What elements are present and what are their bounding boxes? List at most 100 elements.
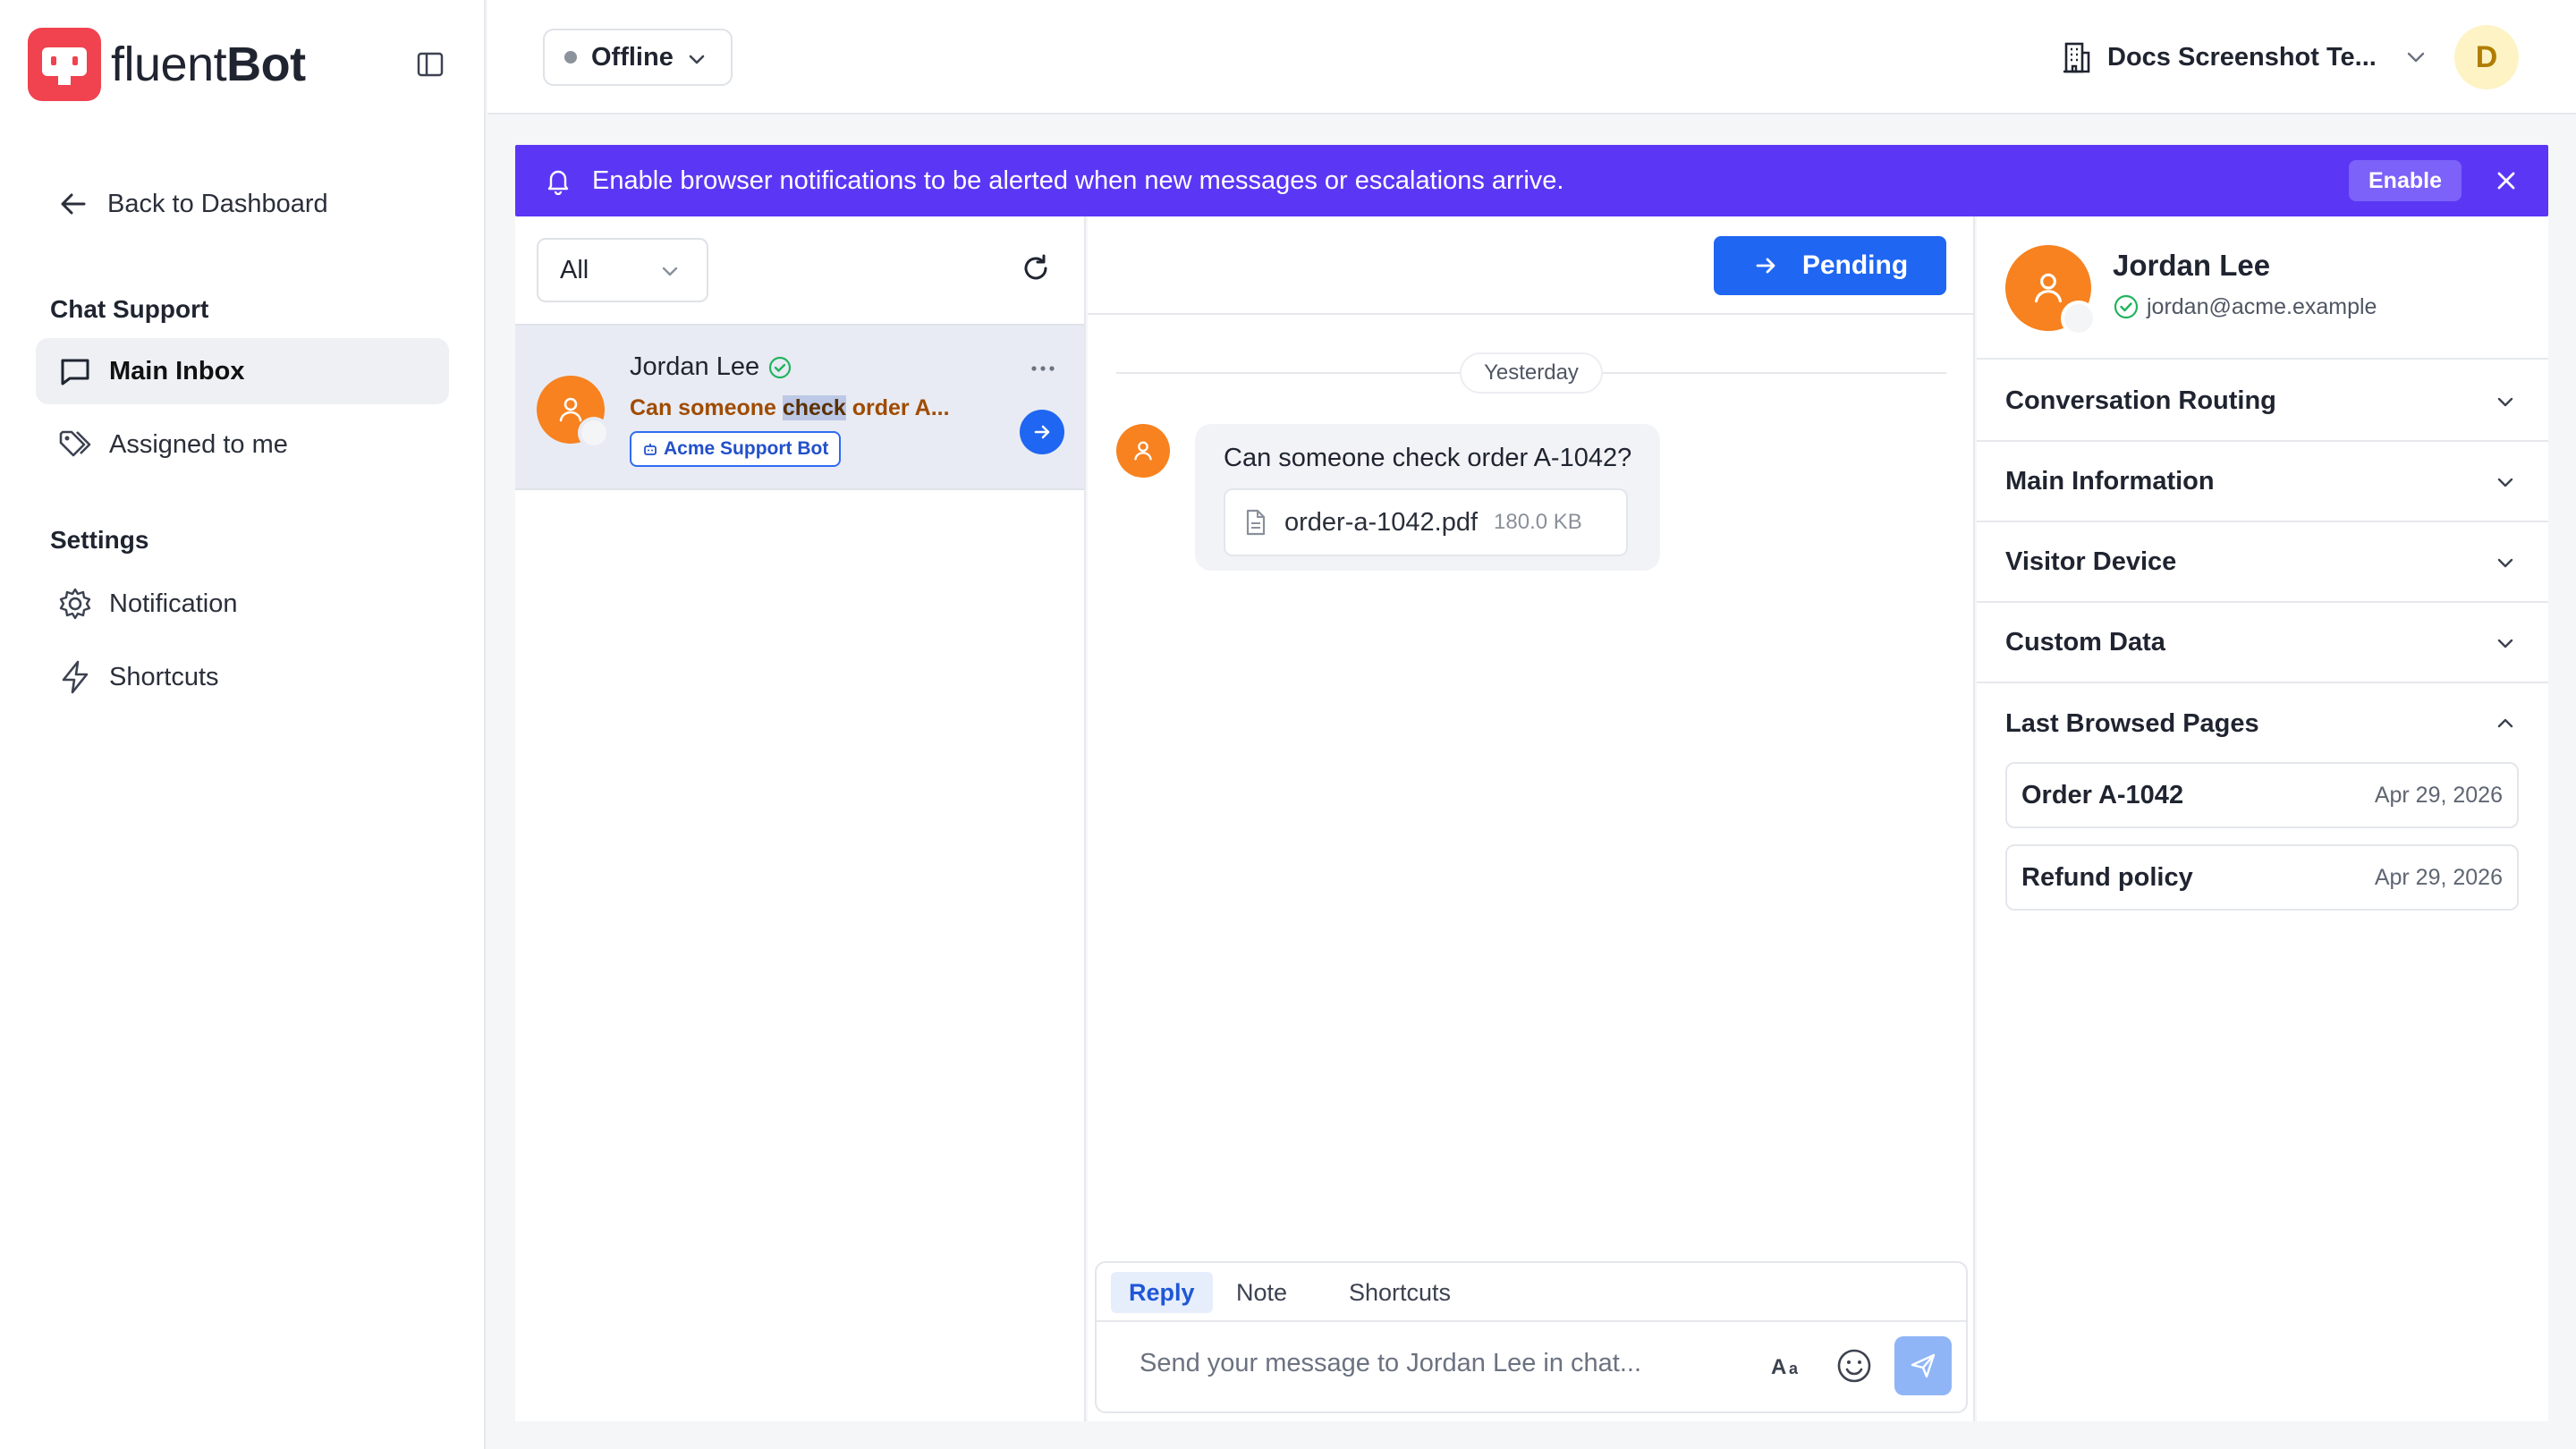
close-icon[interactable] [2492,166,2521,195]
chevron-down-icon [2495,471,2516,493]
pending-status-button[interactable]: Pending [1714,236,1946,295]
chat-panel: Pending Yesterday Can someone check orde… [1088,216,1975,1421]
chat-header: Pending [1088,216,1973,315]
presence-indicator [2061,301,2097,336]
settings-heading: Settings [50,526,149,554]
workspace-switcher[interactable]: Docs Screenshot Te... [2059,36,2428,79]
section-label: Conversation Routing [2005,386,2276,415]
contact-name-text: Jordan Lee [630,352,760,381]
gear-icon [57,586,93,622]
browsed-page-title: Refund policy [2021,862,2193,892]
attachment-size: 180.0 KB [1494,510,1582,534]
send-button[interactable] [1894,1336,1952,1395]
sidebar-collapse-icon[interactable] [417,52,444,77]
contact-header: Jordan Lee jordan@acme.example [1977,216,2548,360]
contact-email-text: jordan@acme.example [2147,293,2377,319]
arrow-right-icon [1752,252,1779,279]
section-label: Last Browsed Pages [2005,708,2259,738]
status-label: Offline [591,42,674,72]
chevron-down-icon [2495,632,2516,654]
svg-text:a: a [1789,1360,1799,1377]
message-input[interactable] [1140,1349,1730,1378]
tags-icon [57,427,93,462]
chevron-down-icon [2495,391,2516,412]
chevron-down-icon [658,259,682,283]
lightning-icon [57,659,93,695]
emoji-icon[interactable] [1835,1347,1873,1385]
arrow-right-icon [1034,425,1050,439]
sidebar-item-main-inbox[interactable]: Main Inbox [36,338,449,404]
sidebar-item-label: Shortcuts [109,662,219,691]
avatar [1116,424,1170,478]
chat-support-heading: Chat Support [50,295,209,323]
section-visitor-device[interactable]: Visitor Device [1977,522,2548,603]
section-conversation-routing[interactable]: Conversation Routing [1977,361,2548,442]
section-label: Visitor Device [2005,547,2177,576]
chevron-down-icon [2495,552,2516,573]
filter-label: All [560,255,589,284]
conversation-contact-name: Jordan Lee [630,352,792,382]
sidebar-item-shortcuts[interactable]: Shortcuts [36,644,449,710]
contact-email: jordan@acme.example [2113,293,2377,320]
section-main-information[interactable]: Main Information [1977,442,2548,522]
sidebar-item-notification[interactable]: Notification [36,571,449,637]
browsed-page-item[interactable]: Order A-1042 Apr 29, 2026 [2005,762,2519,828]
bell-icon [544,166,572,195]
contact-name: Jordan Lee [2113,249,2271,282]
message-square-icon [57,353,93,389]
conversation-item[interactable]: Jordan Lee Can someone check order A... … [515,324,1084,490]
composer-tabs: Reply Note Shortcuts [1097,1263,1966,1322]
text-format-icon[interactable]: Aa [1769,1349,1809,1381]
chevron-down-icon [2403,45,2428,70]
sidebar: fluentBot Back to Dashboard Chat Support… [0,0,486,1449]
more-options-icon[interactable] [1027,361,1059,376]
file-attachment[interactable]: order-a-1042.pdf 180.0 KB [1224,488,1628,556]
browsed-page-date: Apr 29, 2026 [2374,864,2503,890]
browsed-page-date: Apr 29, 2026 [2374,782,2503,808]
sidebar-item-label: Notification [109,589,238,618]
open-conversation-button[interactable] [1020,410,1064,454]
section-label: Custom Data [2005,627,2165,657]
top-bar: Offline Docs Screenshot Te... D [487,0,2576,114]
browsed-page-title: Order A-1042 [2021,780,2184,809]
arrow-left-icon [57,188,89,220]
avatar [537,376,610,449]
bot-tag: Acme Support Bot [630,431,842,467]
building-icon [2059,39,2095,75]
verified-check-icon [2113,293,2140,320]
section-last-browsed-pages[interactable]: Last Browsed Pages [1977,683,2548,764]
message-composer: Reply Note Shortcuts Aa [1095,1261,1968,1413]
message-bubble: Can someone check order A-1042? order-a-… [1195,424,1660,571]
pending-label: Pending [1801,250,1909,280]
presence-indicator [578,417,610,449]
workspace-name: Docs Screenshot Te... [2107,42,2377,72]
bot-tag-label: Acme Support Bot [664,438,829,459]
fluentbot-logo-icon [28,28,101,101]
attachment-name: order-a-1042.pdf [1284,507,1479,537]
conversation-preview: Can someone check order A... [630,395,950,420]
sidebar-item-label: Assigned to me [109,429,288,459]
tab-shortcuts[interactable]: Shortcuts [1331,1272,1469,1313]
tab-reply[interactable]: Reply [1111,1272,1213,1313]
chevron-up-icon [2495,713,2516,734]
refresh-icon[interactable] [1020,252,1052,284]
user-avatar[interactable]: D [2454,25,2519,89]
banner-text: Enable browser notifications to be alert… [592,165,1564,195]
verified-check-icon [768,356,792,379]
conversation-filter-dropdown[interactable]: All [537,238,708,302]
section-label: Main Information [2005,466,2215,496]
sidebar-item-assigned-to-me[interactable]: Assigned to me [36,411,449,478]
availability-status-dropdown[interactable]: Offline [543,29,733,86]
message-text: Can someone check order A-1042? [1224,444,1632,472]
contact-details-panel: Jordan Lee jordan@acme.example Conversat… [1977,216,2548,1421]
status-dot [564,51,577,64]
enable-notifications-button[interactable]: Enable [2349,160,2462,201]
chevron-down-icon [686,48,708,70]
sidebar-item-label: Main Inbox [109,356,245,386]
browsed-page-item[interactable]: Refund policy Apr 29, 2026 [2005,844,2519,911]
back-to-dashboard-label: Back to Dashboard [107,189,328,218]
send-icon [1911,1353,1936,1378]
back-to-dashboard-link[interactable]: Back to Dashboard [57,184,328,224]
section-custom-data[interactable]: Custom Data [1977,603,2548,683]
tab-note[interactable]: Note [1218,1272,1305,1313]
